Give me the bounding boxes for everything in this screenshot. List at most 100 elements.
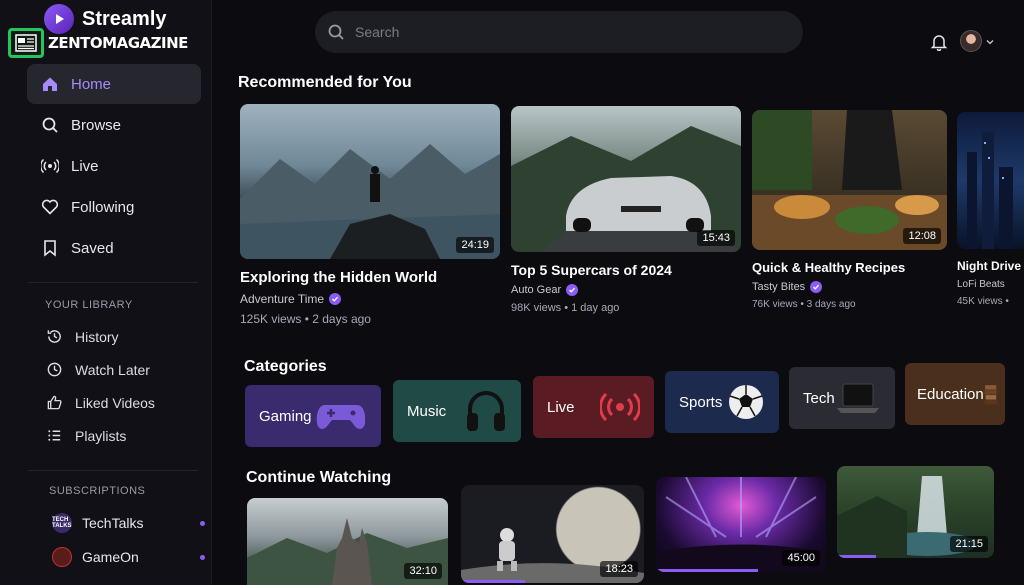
video-title[interactable]: Quick & Healthy Recipes bbox=[752, 260, 947, 275]
library-item-watch-later[interactable]: Watch Later bbox=[46, 353, 206, 386]
channel-name: Adventure Time bbox=[240, 292, 325, 306]
video-meta: 98K views • 1 day ago bbox=[511, 302, 620, 314]
channel-name: LoFi Beats bbox=[957, 279, 1005, 290]
category-label: Tech bbox=[803, 389, 835, 407]
category-sports[interactable]: Sports bbox=[665, 371, 779, 433]
video-card[interactable]: 24:19 Exploring the Hidden World Adventu… bbox=[240, 104, 500, 326]
nav-label: Browse bbox=[71, 116, 122, 134]
nav-item-live[interactable]: Live bbox=[27, 146, 201, 186]
video-thumbnail[interactable]: 24:19 bbox=[240, 104, 500, 259]
library-label: History bbox=[75, 328, 119, 345]
category-label: Music bbox=[407, 402, 447, 420]
channel-name: Tasty Bites bbox=[752, 281, 806, 293]
subscription-item-gameon[interactable]: GameOn bbox=[52, 540, 207, 574]
category-tech[interactable]: Tech bbox=[789, 367, 895, 429]
video-duration: 45:00 bbox=[782, 550, 820, 566]
video-title[interactable]: Exploring the Hidden World bbox=[240, 269, 500, 286]
library-label: Watch Later bbox=[75, 361, 150, 378]
video-thumbnail[interactable]: 12:08 bbox=[752, 110, 947, 250]
library-item-history[interactable]: History bbox=[46, 320, 206, 353]
newspaper-icon bbox=[8, 28, 44, 58]
nav-label: Saved bbox=[71, 239, 114, 257]
video-card[interactable]: Night Drive in T LoFi Beats 45K views • bbox=[957, 112, 1024, 307]
video-duration: 21:15 bbox=[950, 536, 988, 552]
channel-name: Auto Gear bbox=[511, 284, 562, 296]
gamepad-icon bbox=[316, 405, 366, 429]
search-icon bbox=[42, 117, 58, 133]
nav-item-saved[interactable]: Saved bbox=[27, 228, 201, 268]
nav-item-browse[interactable]: Browse bbox=[27, 105, 201, 145]
watch-progress-bar bbox=[461, 580, 526, 583]
verified-badge-icon bbox=[810, 281, 823, 293]
video-views: 76K views bbox=[752, 299, 798, 310]
video-card[interactable]: 15:43 Top 5 Supercars of 2024 Auto Gear … bbox=[511, 106, 741, 314]
subscription-item-techtalks[interactable]: TECH TALKS TechTalks bbox=[52, 506, 207, 540]
library-item-playlists[interactable]: Playlists bbox=[46, 419, 206, 452]
live-signal-icon bbox=[600, 392, 640, 422]
video-thumbnail[interactable]: 18:23 bbox=[461, 485, 644, 583]
nav-label: Home bbox=[71, 75, 112, 93]
video-views: 45K views bbox=[957, 296, 1003, 307]
video-thumbnail[interactable]: 21:15 bbox=[837, 466, 994, 558]
library-item-liked-videos[interactable]: Liked Videos bbox=[46, 386, 206, 419]
bookmark-icon bbox=[44, 240, 56, 257]
watch-progress-bar bbox=[656, 569, 758, 572]
verified-badge-icon bbox=[329, 293, 342, 305]
continue-watching-heading: Continue Watching bbox=[246, 469, 392, 486]
sidebar-divider bbox=[28, 282, 198, 283]
category-label: Live bbox=[547, 398, 575, 416]
chevron-down-icon[interactable] bbox=[986, 38, 994, 46]
channel-avatar bbox=[52, 547, 72, 567]
video-title[interactable]: Top 5 Supercars of 2024 bbox=[511, 262, 741, 278]
video-title[interactable]: Night Drive in T bbox=[957, 259, 1024, 273]
main-nav: Home Browse Live Following Saved bbox=[27, 64, 201, 269]
video-card[interactable]: 12:08 Quick & Healthy Recipes Tasty Bite… bbox=[752, 110, 947, 310]
category-live[interactable]: Live bbox=[533, 376, 654, 438]
history-icon bbox=[47, 330, 61, 343]
continue-card[interactable]: 21:15 bbox=[837, 466, 994, 558]
video-duration: 32:10 bbox=[404, 563, 442, 579]
video-thumbnail[interactable]: 15:43 bbox=[511, 106, 741, 252]
video-duration: 18:23 bbox=[600, 561, 638, 577]
video-age: 2 days ago bbox=[312, 312, 371, 326]
nav-label: Live bbox=[71, 157, 99, 175]
video-duration: 12:08 bbox=[903, 228, 941, 244]
new-content-dot bbox=[200, 520, 205, 526]
search-icon bbox=[328, 24, 344, 40]
video-meta: 125K views • 2 days ago bbox=[240, 312, 371, 326]
bell-icon[interactable] bbox=[930, 33, 948, 51]
category-label: Sports bbox=[679, 393, 723, 411]
video-thumbnail[interactable] bbox=[957, 112, 1024, 249]
continue-card[interactable]: 18:23 bbox=[461, 485, 644, 583]
continue-card[interactable]: 45:00 bbox=[656, 477, 826, 572]
video-views: 98K views bbox=[511, 302, 562, 314]
video-channel[interactable]: Adventure Time bbox=[240, 292, 500, 306]
video-views: 125K views bbox=[240, 312, 302, 326]
video-meta: 45K views • bbox=[957, 296, 1009, 307]
categories-heading: Categories bbox=[244, 358, 327, 375]
user-avatar[interactable] bbox=[960, 30, 982, 52]
new-content-dot bbox=[200, 554, 205, 560]
subscription-label: TechTalks bbox=[82, 515, 144, 531]
video-channel[interactable]: Auto Gear bbox=[511, 284, 741, 296]
library-label: Liked Videos bbox=[75, 394, 155, 411]
video-duration: 15:43 bbox=[697, 230, 735, 246]
continue-card[interactable]: 32:10 bbox=[247, 498, 448, 585]
books-icon bbox=[984, 385, 997, 405]
category-music[interactable]: Music bbox=[393, 380, 521, 442]
search-input[interactable] bbox=[355, 24, 755, 40]
search-bar[interactable] bbox=[315, 11, 803, 53]
nav-item-following[interactable]: Following bbox=[27, 187, 201, 227]
category-gaming[interactable]: Gaming bbox=[245, 385, 381, 447]
category-label: Education bbox=[917, 385, 984, 403]
watch-progress-bar bbox=[837, 555, 877, 558]
video-channel[interactable]: LoFi Beats bbox=[957, 279, 1024, 290]
nav-item-home[interactable]: Home bbox=[27, 64, 201, 104]
video-channel[interactable]: Tasty Bites bbox=[752, 281, 947, 293]
category-label: Gaming bbox=[259, 407, 312, 425]
video-thumbnail[interactable]: 32:10 bbox=[247, 498, 448, 585]
video-duration: 24:19 bbox=[456, 237, 494, 253]
category-education[interactable]: Education bbox=[905, 363, 1005, 425]
library-list: History Watch Later Liked Videos Playlis… bbox=[46, 320, 206, 452]
video-thumbnail[interactable]: 45:00 bbox=[656, 477, 826, 572]
